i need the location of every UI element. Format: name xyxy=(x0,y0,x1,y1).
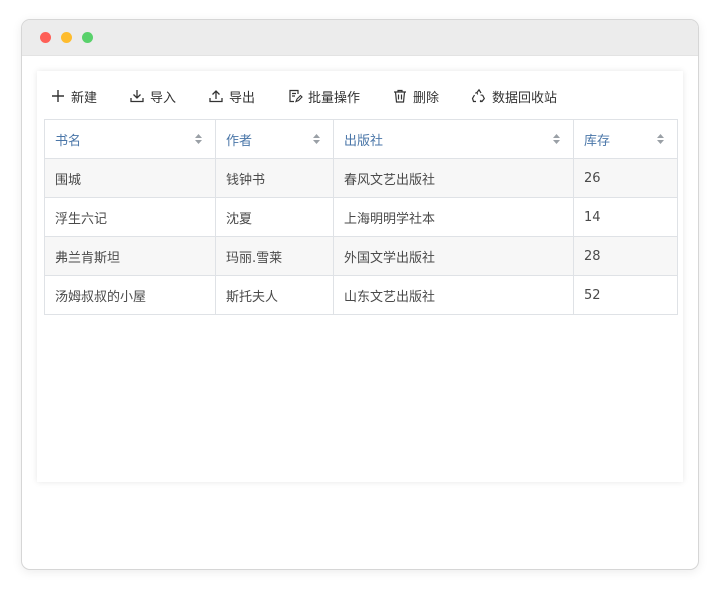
app-window: 新建 导入 导出 批量操作 删除 数据回收站 书名 作者 出版社 库存 围城 钱… xyxy=(21,19,699,570)
minimize-window-button[interactable] xyxy=(61,32,72,43)
books-table: 书名 作者 出版社 库存 围城 钱钟书 春风文艺出版社 26 浮生六记 沈夏 上… xyxy=(44,119,678,315)
cell-stock: 26 xyxy=(573,158,678,198)
batch-operation-button-label: 批量操作 xyxy=(308,90,361,106)
cell-publisher: 山东文艺出版社 xyxy=(333,275,574,315)
cell-publisher: 外国文学出版社 xyxy=(333,236,574,276)
recycle-bin-button[interactable]: 数据回收站 xyxy=(471,86,557,106)
cell-title: 浮生六记 xyxy=(44,197,216,237)
column-header-label: 作者 xyxy=(226,133,253,149)
close-window-button[interactable] xyxy=(40,32,51,43)
plus-icon xyxy=(52,90,64,102)
export-button-label: 导出 xyxy=(229,90,256,106)
column-header-stock[interactable]: 库存 xyxy=(573,119,678,159)
cell-author: 玛丽.雪莱 xyxy=(215,236,334,276)
import-button[interactable]: 导入 xyxy=(129,86,176,106)
toolbar: 新建 导入 导出 批量操作 删除 数据回收站 xyxy=(37,71,683,121)
recycle-bin-button-label: 数据回收站 xyxy=(492,90,558,106)
cell-stock: 52 xyxy=(573,275,678,315)
batch-operation-button[interactable]: 批量操作 xyxy=(287,86,360,106)
download-icon xyxy=(130,90,144,103)
cell-author: 沈夏 xyxy=(215,197,334,237)
table-header-row: 书名 作者 出版社 库存 xyxy=(44,119,678,159)
new-button[interactable]: 新建 xyxy=(50,86,97,106)
title-bar xyxy=(22,20,698,56)
upload-icon xyxy=(209,90,223,103)
cell-author: 斯托夫人 xyxy=(215,275,334,315)
table-row[interactable]: 围城 钱钟书 春风文艺出版社 26 xyxy=(44,158,678,198)
cell-stock: 28 xyxy=(573,236,678,276)
column-header-title[interactable]: 书名 xyxy=(44,119,216,159)
cell-publisher: 上海明明学社本 xyxy=(333,197,574,237)
cell-title: 围城 xyxy=(44,158,216,198)
trash-icon xyxy=(394,89,406,103)
table-row[interactable]: 汤姆叔叔的小屋 斯托夫人 山东文艺出版社 52 xyxy=(44,275,678,315)
edit-document-icon xyxy=(289,89,303,103)
recycle-icon xyxy=(471,88,486,103)
cell-title: 弗兰肯斯坦 xyxy=(44,236,216,276)
table-row[interactable]: 浮生六记 沈夏 上海明明学社本 14 xyxy=(44,197,678,237)
delete-button[interactable]: 删除 xyxy=(392,86,439,106)
maximize-window-button[interactable] xyxy=(82,32,93,43)
cell-stock: 14 xyxy=(573,197,678,237)
cell-author: 钱钟书 xyxy=(215,158,334,198)
table-row[interactable]: 弗兰肯斯坦 玛丽.雪莱 外国文学出版社 28 xyxy=(44,236,678,276)
new-button-label: 新建 xyxy=(71,90,98,106)
column-header-label: 库存 xyxy=(584,133,611,149)
sort-icon[interactable] xyxy=(312,133,321,145)
export-button[interactable]: 导出 xyxy=(208,86,255,106)
table-panel: 新建 导入 导出 批量操作 删除 数据回收站 书名 作者 出版社 库存 围城 钱… xyxy=(37,71,683,482)
delete-button-label: 删除 xyxy=(413,90,440,106)
cell-title: 汤姆叔叔的小屋 xyxy=(44,275,216,315)
column-header-label: 出版社 xyxy=(344,133,384,149)
import-button-label: 导入 xyxy=(150,90,177,106)
sort-icon[interactable] xyxy=(552,133,561,145)
sort-icon[interactable] xyxy=(194,133,203,145)
cell-publisher: 春风文艺出版社 xyxy=(333,158,574,198)
column-header-label: 书名 xyxy=(55,133,82,149)
sort-icon[interactable] xyxy=(656,133,665,145)
column-header-publisher[interactable]: 出版社 xyxy=(333,119,574,159)
column-header-author[interactable]: 作者 xyxy=(215,119,334,159)
